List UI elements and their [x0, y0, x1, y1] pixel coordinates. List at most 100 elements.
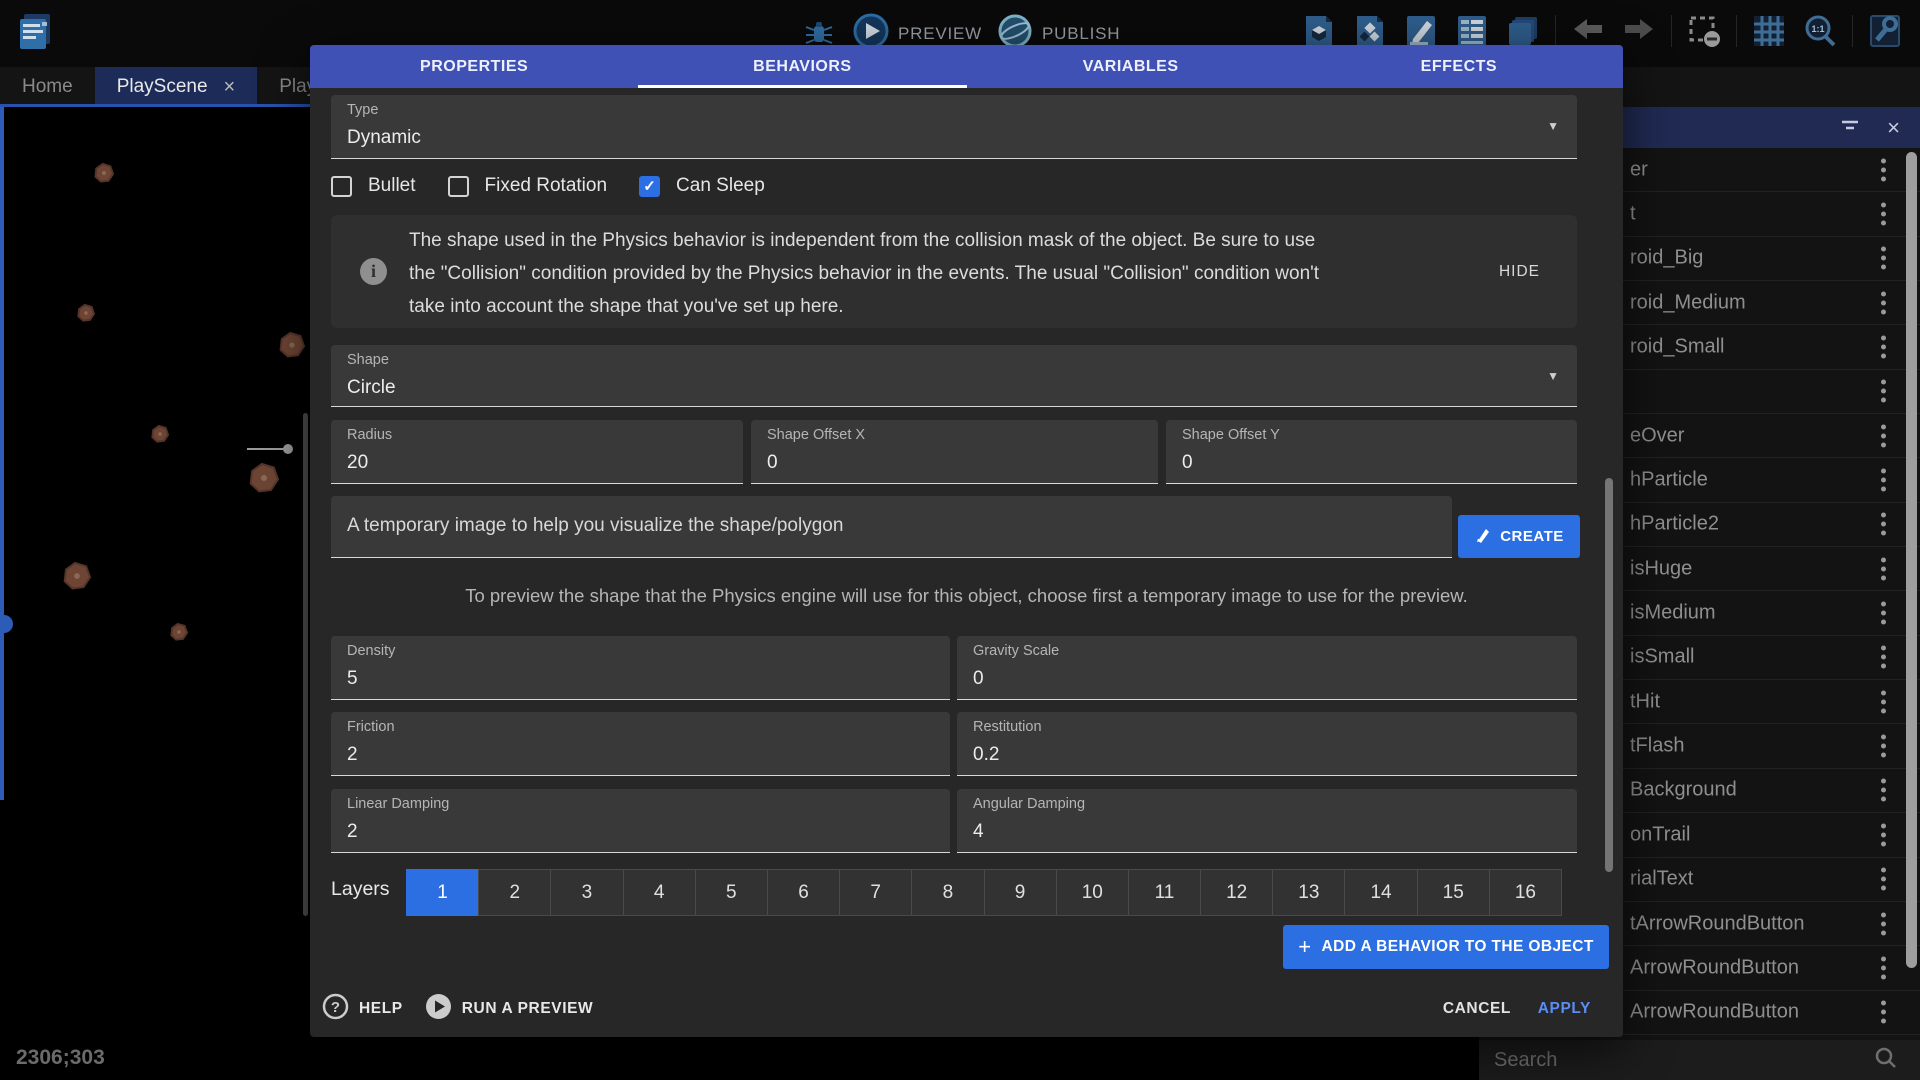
layer-button-2[interactable]: 2	[478, 869, 551, 916]
layer-button-15[interactable]: 15	[1417, 869, 1490, 916]
help-button[interactable]: ? HELP	[322, 993, 403, 1025]
dot	[1881, 442, 1886, 447]
grid-icon[interactable]	[1750, 12, 1788, 50]
dialog-tab-properties[interactable]: PROPERTIES	[310, 45, 638, 88]
item-menu-icon[interactable]	[1875, 152, 1892, 187]
tab-playscene[interactable]: PlayScene×	[95, 67, 258, 107]
dot	[1881, 557, 1886, 562]
layer-button-11[interactable]: 11	[1128, 869, 1201, 916]
layer-button-10[interactable]: 10	[1056, 869, 1129, 916]
layer-button-6[interactable]: 6	[767, 869, 840, 916]
type-select[interactable]: Type Dynamic ▼	[331, 95, 1577, 159]
dialog-tab-variables[interactable]: VARIABLES	[967, 45, 1295, 88]
field-label: Linear Damping	[347, 796, 449, 812]
zoom-1-1-icon[interactable]: 1:1	[1801, 12, 1839, 50]
objects-scrollbar[interactable]	[1906, 152, 1917, 968]
dialog-tab-behaviors[interactable]: BEHAVIORS	[638, 45, 966, 88]
run-preview-button[interactable]: RUN A PREVIEW	[425, 993, 594, 1025]
checkbox-bullet[interactable]: Bullet	[331, 175, 416, 197]
field-angular-damping[interactable]: Angular Damping4	[957, 789, 1577, 853]
create-button[interactable]: CREATE	[1458, 515, 1580, 558]
field-linear-damping[interactable]: Linear Damping2	[331, 789, 950, 853]
item-menu-icon[interactable]	[1875, 950, 1892, 985]
object-name: ArrowRoundButton	[1630, 956, 1799, 979]
layer-button-3[interactable]: 3	[550, 869, 623, 916]
item-menu-icon[interactable]	[1875, 463, 1892, 498]
checkbox-unchecked-icon[interactable]	[331, 176, 352, 197]
close-tab-icon[interactable]: ×	[224, 77, 236, 97]
layer-button-7[interactable]: 7	[839, 869, 912, 916]
objects-search-bar[interactable]: Search	[1479, 1040, 1920, 1080]
field-value: 0.2	[973, 744, 999, 766]
dot	[1881, 566, 1886, 571]
dialog-tab-effects[interactable]: EFFECTS	[1295, 45, 1623, 88]
redo-icon[interactable]	[1620, 12, 1658, 50]
field-restitution[interactable]: Restitution0.2	[957, 712, 1577, 776]
project-manager-icon[interactable]	[14, 10, 58, 54]
checkbox-can-sleep[interactable]: ✓Can Sleep	[639, 175, 765, 197]
item-menu-icon[interactable]	[1875, 241, 1892, 276]
item-menu-icon[interactable]	[1875, 729, 1892, 764]
dot	[1881, 513, 1886, 518]
tab-home[interactable]: Home	[0, 67, 95, 107]
field-value: 0	[1182, 452, 1193, 474]
layer-button-4[interactable]: 4	[623, 869, 696, 916]
dot	[1881, 389, 1886, 394]
item-menu-icon[interactable]	[1875, 773, 1892, 808]
item-menu-icon[interactable]	[1875, 640, 1892, 675]
layer-button-5[interactable]: 5	[695, 869, 768, 916]
item-menu-icon[interactable]	[1875, 285, 1892, 320]
layer-button-14[interactable]: 14	[1344, 869, 1417, 916]
item-menu-icon[interactable]	[1875, 817, 1892, 852]
field-label: Gravity Scale	[973, 643, 1059, 659]
field-gravity-scale[interactable]: Gravity Scale0	[957, 636, 1577, 700]
temp-image-field[interactable]: A temporary image to help you visualize …	[331, 496, 1452, 558]
cancel-button[interactable]: CANCEL	[1437, 994, 1517, 1024]
layer-button-16[interactable]: 16	[1489, 869, 1562, 916]
layer-button-12[interactable]: 12	[1200, 869, 1273, 916]
layer-button-1[interactable]: 1	[406, 869, 479, 916]
item-menu-icon[interactable]	[1875, 995, 1892, 1030]
info-alert: i The shape used in the Physics behavior…	[331, 215, 1577, 328]
canvas-vertical-scrollbar[interactable]	[303, 413, 308, 916]
search-input[interactable]: Search	[1494, 1049, 1874, 1072]
field-density[interactable]: Density5	[331, 636, 950, 700]
item-menu-icon[interactable]	[1875, 906, 1892, 941]
shape-label: Shape	[347, 352, 389, 368]
item-menu-icon[interactable]	[1875, 684, 1892, 719]
checkbox-unchecked-icon[interactable]	[448, 176, 469, 197]
toolbar-separator	[1852, 15, 1853, 47]
dot	[1881, 965, 1886, 970]
filter-icon[interactable]	[1839, 114, 1861, 141]
item-menu-icon[interactable]	[1875, 596, 1892, 631]
layer-button-9[interactable]: 9	[984, 869, 1057, 916]
layer-button-13[interactable]: 13	[1272, 869, 1345, 916]
item-menu-icon[interactable]	[1875, 374, 1892, 409]
layer-button-8[interactable]: 8	[911, 869, 984, 916]
instance-guide-dot[interactable]	[283, 444, 293, 454]
item-menu-icon[interactable]	[1875, 330, 1892, 365]
hide-button[interactable]: HIDE	[1495, 259, 1544, 285]
field-friction[interactable]: Friction2	[331, 712, 950, 776]
checkbox-fixed-rotation[interactable]: Fixed Rotation	[448, 175, 608, 197]
item-menu-icon[interactable]	[1875, 418, 1892, 453]
object-name: hParticle2	[1630, 513, 1719, 536]
tools-icon[interactable]	[1866, 12, 1904, 50]
close-panel-icon[interactable]: ×	[1887, 117, 1900, 139]
item-menu-icon[interactable]	[1875, 197, 1892, 232]
field-shape-offset-y[interactable]: Shape Offset Y0	[1166, 420, 1577, 484]
item-menu-icon[interactable]	[1875, 551, 1892, 586]
dot	[1881, 868, 1886, 873]
gdevelop-app: PREVIEW PUBLISH	[0, 0, 1920, 1080]
add-behavior-button[interactable]: + ADD A BEHAVIOR TO THE OBJECT	[1283, 925, 1609, 969]
field-shape-offset-x[interactable]: Shape Offset X0	[751, 420, 1158, 484]
dot	[1881, 398, 1886, 403]
checkbox-checked-icon[interactable]: ✓	[639, 176, 660, 197]
apply-button[interactable]: APPLY	[1532, 994, 1597, 1024]
item-menu-icon[interactable]	[1875, 507, 1892, 542]
dialog-scrollbar[interactable]	[1605, 478, 1613, 872]
item-menu-icon[interactable]	[1875, 862, 1892, 897]
shape-select[interactable]: Shape Circle ▼	[331, 345, 1577, 407]
deselect-icon[interactable]	[1685, 12, 1723, 50]
field-radius[interactable]: Radius20	[331, 420, 743, 484]
